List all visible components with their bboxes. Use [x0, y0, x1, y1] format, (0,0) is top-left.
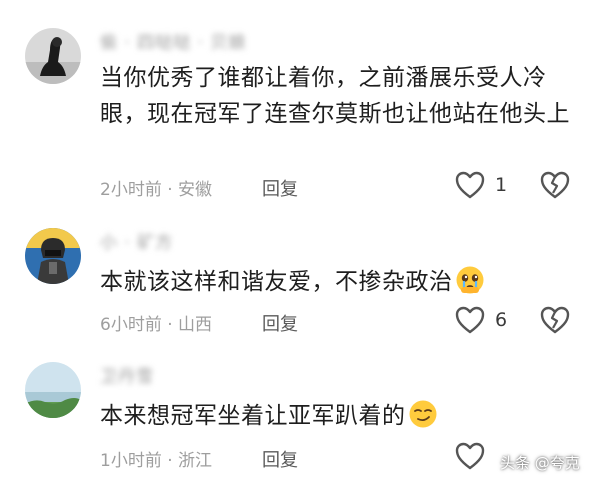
meta-separator: · [167, 451, 173, 471]
meta-separator: · [167, 180, 173, 200]
author-name[interactable]: 小 · 矿方 [100, 228, 173, 253]
comment-text-content: 本来想冠军坐着让亚军趴着的 [100, 403, 406, 429]
smirk-face-emoji [408, 399, 438, 440]
like-count: 1 [495, 174, 508, 196]
comment-meta: 2小时前 · 安徽 回复 [100, 175, 298, 200]
like-button[interactable]: 1 [455, 171, 507, 199]
comment-time: 1小时前 [100, 451, 162, 471]
author-name[interactable]: 卫丹雪 [100, 362, 154, 387]
comment-location: 浙江 [178, 451, 213, 471]
broken-heart-icon [540, 306, 570, 334]
comment-text: 当你优秀了谁都让着你，之前潘展乐受人冷眼，现在冠军了连查尔莫斯也让他站在他头上 [100, 65, 570, 127]
heart-outline-icon [455, 442, 485, 470]
comment-time: 6小时前 [100, 315, 162, 335]
comment-meta: 6小时前 · 山西 回复 [100, 310, 298, 335]
crying-face-emoji [455, 265, 485, 306]
comment-text: 本来想冠军坐着让亚军趴着的 [100, 398, 570, 440]
meta-separator: · [167, 315, 173, 335]
dislike-button[interactable] [540, 171, 570, 203]
like-count: 6 [495, 309, 508, 331]
heart-outline-icon [455, 306, 485, 334]
like-button[interactable] [455, 442, 495, 470]
dislike-button[interactable] [540, 306, 570, 338]
avatar[interactable] [25, 362, 81, 418]
reply-button[interactable]: 回复 [262, 446, 298, 472]
reply-button[interactable]: 回复 [262, 175, 298, 201]
comment-text: 本就该这样和谐友爱，不掺杂政治 [100, 264, 570, 306]
comment-location: 山西 [178, 315, 213, 335]
broken-heart-icon [540, 171, 570, 199]
reply-button[interactable]: 回复 [262, 310, 298, 336]
comment-meta: 1小时前 · 浙江 回复 [100, 446, 298, 471]
avatar[interactable] [25, 228, 81, 284]
watermark: 头条 @夸克 [500, 454, 580, 472]
heart-outline-icon [455, 171, 485, 199]
like-button[interactable]: 6 [455, 306, 507, 334]
comment-time: 2小时前 [100, 180, 162, 200]
comment-text-content: 本就该这样和谐友爱，不掺杂政治 [100, 269, 453, 295]
avatar[interactable] [25, 28, 81, 84]
comment-location: 安徽 [178, 180, 213, 200]
author-name[interactable]: 偷 · 四哒哒 · 贝娘 [100, 28, 246, 53]
